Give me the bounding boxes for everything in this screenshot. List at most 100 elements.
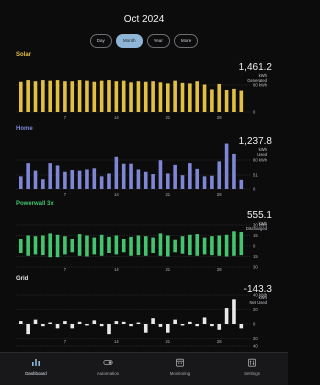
bar xyxy=(158,160,163,189)
bar xyxy=(143,171,148,189)
tab-settings-label: Settings xyxy=(244,371,260,376)
bar xyxy=(99,246,104,256)
bar xyxy=(180,246,185,254)
y-tick-label: 0 xyxy=(253,110,256,115)
x-tick-label: 28 xyxy=(217,115,222,120)
bar xyxy=(180,82,185,112)
bar xyxy=(77,80,82,112)
bar xyxy=(107,324,111,335)
bar xyxy=(217,161,222,189)
bar xyxy=(239,232,244,246)
bar xyxy=(99,176,104,189)
bar xyxy=(70,239,75,246)
toggle-icon xyxy=(103,360,113,365)
bar xyxy=(48,246,52,258)
range-tab-year[interactable]: Year xyxy=(146,34,170,48)
tab-settings[interactable]: Settings xyxy=(216,353,288,385)
bar xyxy=(63,321,67,324)
bar xyxy=(239,246,244,256)
bar xyxy=(173,319,177,324)
bar xyxy=(232,153,236,189)
bar xyxy=(26,246,30,256)
bar xyxy=(55,324,60,329)
bar xyxy=(107,173,111,189)
range-tab-more[interactable]: More xyxy=(173,34,199,48)
bar xyxy=(239,324,244,329)
solar-section[interactable]: Solar 1,461.2 kWh Generated 80 kWh 0 7 14 21 2… xyxy=(0,52,288,122)
bar xyxy=(202,237,207,246)
bar xyxy=(143,236,148,246)
bar xyxy=(114,235,119,246)
bar xyxy=(224,143,229,189)
bar xyxy=(85,235,89,246)
bar xyxy=(188,321,192,324)
bar xyxy=(173,80,177,112)
range-tab-day[interactable]: Day xyxy=(89,34,112,48)
home-section[interactable]: Home 1,237.8 kWh Used 80 kWh 51 0 7 14 21 28 xyxy=(0,126,288,198)
bar xyxy=(151,81,155,112)
grid-section[interactable]: Grid -143.3 kWh Net Used 40 kWh 20 0 20 40 7 14… xyxy=(0,276,288,350)
home-chart: 80 kWh 51 0 7 14 21 28 xyxy=(16,143,268,197)
bar xyxy=(121,321,126,324)
bar xyxy=(158,233,163,246)
y-tick-label: 0 xyxy=(253,187,256,192)
bar xyxy=(121,246,126,253)
bar xyxy=(85,80,89,112)
tab-monitoring[interactable]: Monitoring xyxy=(144,353,216,385)
x-tick-label: 21 xyxy=(165,267,170,272)
bar xyxy=(114,321,119,324)
bar xyxy=(151,237,155,246)
x-tick-label: 28 xyxy=(217,192,222,197)
bar xyxy=(224,246,229,257)
bar xyxy=(41,246,45,256)
bar xyxy=(33,170,38,189)
bar xyxy=(136,246,141,256)
bar xyxy=(158,324,163,327)
bar xyxy=(151,318,155,324)
y-tick-label: 15 xyxy=(253,233,258,238)
y-tick-label: 80 kWh xyxy=(253,83,268,88)
bar xyxy=(41,235,45,246)
range-tab-month[interactable]: Month xyxy=(115,34,143,48)
y-tick-label: 40 kWh xyxy=(253,293,268,298)
powerwall-section[interactable]: Powerwall 3x 555.1 kWh Discharged 30 kWh 1… xyxy=(0,201,288,275)
powerwall-chart: 30 kWh 15 0 15 30 7 14 21 28 xyxy=(16,223,268,272)
bar xyxy=(99,80,104,112)
bar xyxy=(48,80,52,112)
bar xyxy=(158,82,163,112)
bar xyxy=(63,81,67,112)
y-tick-label: 40 xyxy=(253,344,258,349)
bar xyxy=(107,236,111,246)
bar xyxy=(63,171,67,189)
bar xyxy=(217,235,222,246)
y-tick-label: 20 xyxy=(253,307,258,312)
bar xyxy=(114,156,119,189)
bar xyxy=(210,324,214,327)
bar xyxy=(77,321,82,324)
bar xyxy=(136,235,141,246)
bar xyxy=(202,246,207,255)
sliders-icon xyxy=(248,358,256,367)
bar xyxy=(99,234,104,246)
bar xyxy=(77,234,82,246)
bar xyxy=(151,174,155,189)
bar xyxy=(180,175,185,189)
bar xyxy=(85,246,89,257)
bar xyxy=(136,81,141,112)
tab-dashboard[interactable]: Dashboard xyxy=(0,353,72,385)
bar xyxy=(210,246,214,256)
tab-bar: Dashboard Automation Monitoring Settings xyxy=(0,352,288,385)
bar xyxy=(92,320,97,324)
tab-monitoring-label: Monitoring xyxy=(169,371,191,376)
bar xyxy=(107,80,111,112)
bar xyxy=(188,83,192,112)
bar xyxy=(210,175,214,189)
bar xyxy=(210,89,214,112)
y-tick-label: 30 xyxy=(253,265,258,270)
page-title: Oct 2024 xyxy=(123,14,165,25)
bar xyxy=(202,84,207,112)
bar xyxy=(121,163,126,189)
bar xyxy=(114,81,119,112)
tab-automation[interactable]: Automation xyxy=(72,353,144,385)
bar xyxy=(195,81,199,112)
